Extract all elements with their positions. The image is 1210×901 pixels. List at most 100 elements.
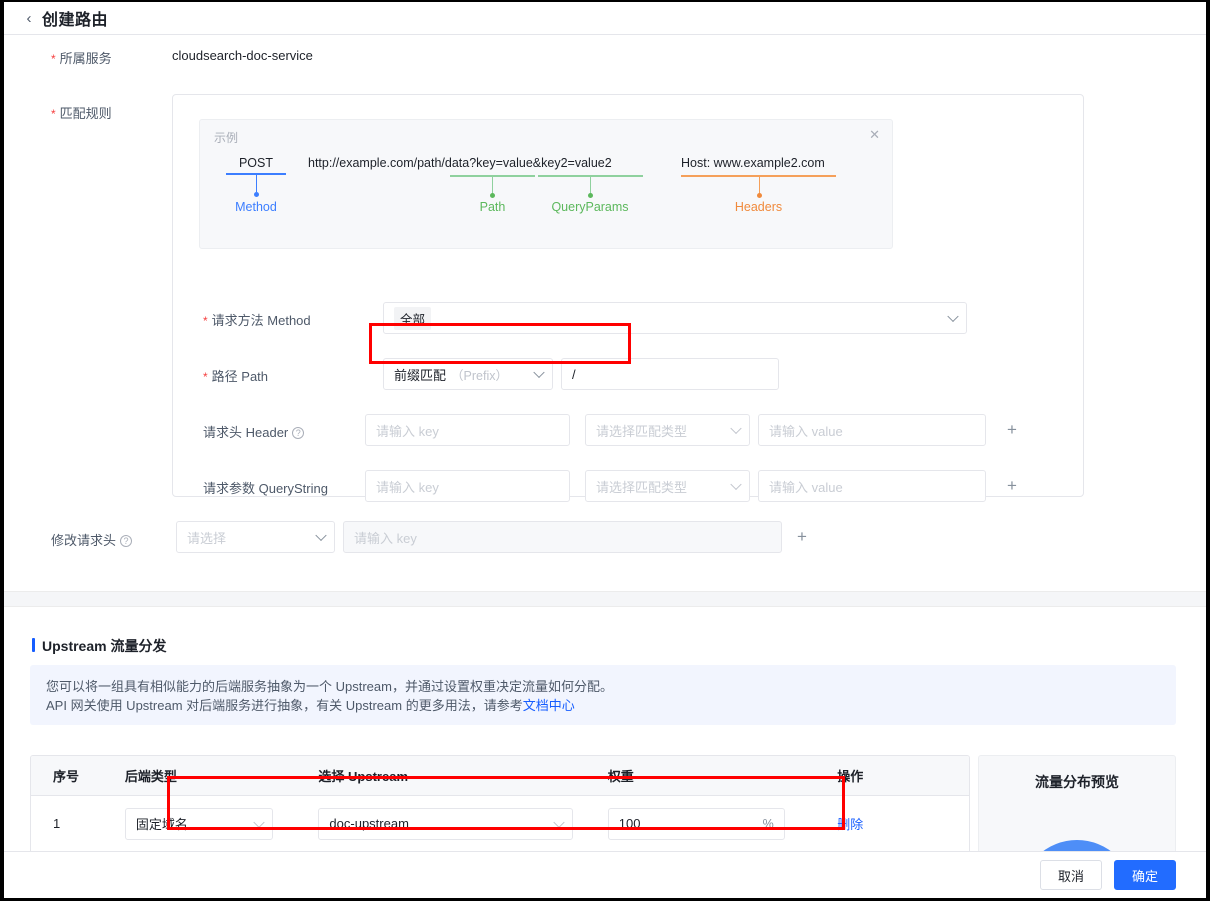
- weight-input[interactable]: 100 %: [607, 807, 785, 840]
- header-value-input[interactable]: 请输入 value: [758, 414, 986, 446]
- row-upstream-cell: doc-upstream: [318, 807, 607, 840]
- header-match-placeholder: 请选择匹配类型: [596, 423, 688, 439]
- info-line-1: 您可以将一组具有相似能力的后端服务抽象为一个 Upstream，并通过设置权重决…: [46, 679, 613, 694]
- query-key-placeholder: 请输入 key: [376, 479, 439, 495]
- footer-action-bar: 取消 确定: [4, 851, 1206, 898]
- upstream-info-banner: 您可以将一组具有相似能力的后端服务抽象为一个 Upstream，并通过设置权重决…: [30, 665, 1176, 725]
- header-match-type-select[interactable]: 请选择匹配类型: [585, 414, 750, 446]
- query-match-placeholder: 请选择匹配类型: [596, 479, 688, 495]
- example-host-value: Host: www.example2.com: [681, 156, 825, 170]
- traffic-preview-title: 流量分布预览: [1035, 774, 1119, 790]
- match-rule-card: 示例 ✕ POST Method http://example.com/path…: [172, 94, 1084, 502]
- required-marker: *: [51, 107, 56, 121]
- upstream-value: doc-upstream: [329, 816, 409, 831]
- modify-header-key-placeholder: 请输入 key: [354, 530, 417, 546]
- example-path-dot: [490, 193, 495, 198]
- example-method-stem: [255, 175, 257, 192]
- info-line-2: API 网关使用 Upstream 对后端服务进行抽象，有关 Upstream …: [46, 696, 1160, 715]
- backend-type-value: 固定域名: [135, 817, 188, 832]
- example-path-label: Path: [479, 200, 506, 214]
- chevron-left-icon[interactable]: ‹: [16, 10, 42, 27]
- col-weight: 权重: [607, 769, 634, 784]
- required-marker: *: [203, 314, 208, 328]
- chevron-down-icon: [533, 366, 545, 379]
- section-divider: [4, 591, 1206, 607]
- path-value: /: [572, 366, 576, 382]
- modify-header-select[interactable]: 请选择: [176, 521, 335, 553]
- chevron-down-icon: [315, 529, 327, 542]
- example-query-dot: [588, 193, 593, 198]
- example-headers-dot: [757, 193, 762, 198]
- header-key-placeholder: 请输入 key: [376, 423, 439, 439]
- weight-unit: %: [762, 816, 774, 831]
- plus-icon[interactable]: +: [1003, 477, 1021, 495]
- backend-type-select[interactable]: 固定域名: [124, 807, 273, 840]
- route-form: * 所属服务 cloudsearch-doc-service * 匹配规则 示例 ✕…: [4, 35, 1206, 591]
- example-headers-stem: [759, 177, 760, 194]
- service-label: * 所属服务: [51, 51, 112, 66]
- query-match-type-select[interactable]: 请选择匹配类型: [585, 470, 750, 502]
- example-url-value: http://example.com/path/data?key=value&k…: [308, 156, 612, 170]
- table-header-row: 序号 后端类型 选择 Upstream 权重 操作: [31, 756, 969, 796]
- question-circle-icon[interactable]: ?: [120, 535, 133, 547]
- match-rules-label: * 匹配规则: [51, 106, 112, 121]
- close-icon[interactable]: ✕: [869, 128, 880, 141]
- row-backend-type-cell: 固定域名: [124, 807, 319, 840]
- col-operations: 操作: [837, 769, 864, 784]
- doc-center-link[interactable]: 文档中心: [523, 698, 575, 713]
- path-match-type-sub: （Prefix）: [451, 368, 508, 383]
- required-marker: *: [203, 370, 208, 384]
- query-value-input[interactable]: 请输入 value: [758, 470, 986, 502]
- modify-header-select-placeholder: 请选择: [187, 530, 227, 546]
- upstream-select[interactable]: doc-upstream: [318, 807, 574, 840]
- required-marker: *: [51, 52, 56, 66]
- chevron-down-icon: [730, 422, 742, 435]
- upstream-section-title: Upstream 流量分发: [32, 636, 166, 656]
- header-key-input[interactable]: 请输入 key: [365, 414, 570, 446]
- row-weight-cell: 100 %: [607, 807, 838, 840]
- plus-icon[interactable]: +: [793, 528, 811, 546]
- page-title: 创建路由: [42, 12, 109, 29]
- app-window: ‹ 创建路由 * 所属服务 cloudsearch-doc-service * 匹配…: [4, 2, 1206, 898]
- weight-value: 100: [618, 816, 641, 831]
- path-value-input[interactable]: /: [561, 358, 779, 390]
- path-label: * 路径 Path: [203, 369, 269, 384]
- row-index: 1: [53, 816, 61, 831]
- example-method-group: POST Method: [226, 156, 286, 214]
- modify-header-label: 修改请求头?: [51, 530, 133, 549]
- example-title: 示例: [214, 131, 239, 145]
- method-select[interactable]: 全部: [383, 302, 967, 334]
- example-path-stem: [492, 177, 493, 194]
- chevron-down-icon: [253, 816, 265, 828]
- chevron-down-icon: [730, 478, 742, 491]
- modify-header-key-input[interactable]: 请输入 key: [343, 521, 782, 553]
- cancel-button[interactable]: 取消: [1040, 860, 1102, 890]
- page-header: ‹ 创建路由: [4, 2, 1206, 35]
- question-circle-icon[interactable]: ?: [292, 427, 305, 439]
- col-backend-type: 后端类型: [124, 769, 177, 784]
- info-line-2-text: API 网关使用 Upstream 对后端服务进行抽象，有关 Upstream …: [46, 698, 523, 713]
- example-url-text: http://example.com/path/data?key=value&k…: [308, 156, 612, 170]
- confirm-button[interactable]: 确定: [1114, 860, 1176, 890]
- example-query-label: QueryParams: [551, 200, 629, 214]
- query-row-label: 请求参数 QueryString: [203, 481, 328, 496]
- example-query-stem: [590, 177, 591, 194]
- chevron-down-icon: [947, 310, 959, 323]
- chevron-down-icon: [553, 816, 566, 828]
- path-match-type-select[interactable]: 前缀匹配 （Prefix）: [383, 358, 553, 390]
- delete-row-link[interactable]: 删除: [837, 817, 863, 832]
- col-upstream: 选择 Upstream: [318, 769, 409, 784]
- query-key-input[interactable]: 请输入 key: [365, 470, 570, 502]
- plus-icon[interactable]: +: [1003, 421, 1021, 439]
- example-box: 示例 ✕ POST Method http://example.com/path…: [199, 119, 893, 249]
- method-selected-tag: 全部: [394, 306, 432, 330]
- col-index: 序号: [53, 769, 80, 784]
- query-value-placeholder: 请输入 value: [769, 479, 843, 495]
- method-label: * 请求方法 Method: [203, 313, 311, 328]
- header-value-placeholder: 请输入 value: [769, 423, 843, 439]
- upstream-table: 序号 后端类型 选择 Upstream 权重 操作 1 固定域名 doc-ups…: [30, 755, 970, 853]
- header-row-label: 请求头 Header?: [203, 422, 305, 441]
- example-method-text: POST: [238, 156, 274, 170]
- example-method-dot: [253, 192, 259, 197]
- service-value: cloudsearch-doc-service: [172, 48, 313, 63]
